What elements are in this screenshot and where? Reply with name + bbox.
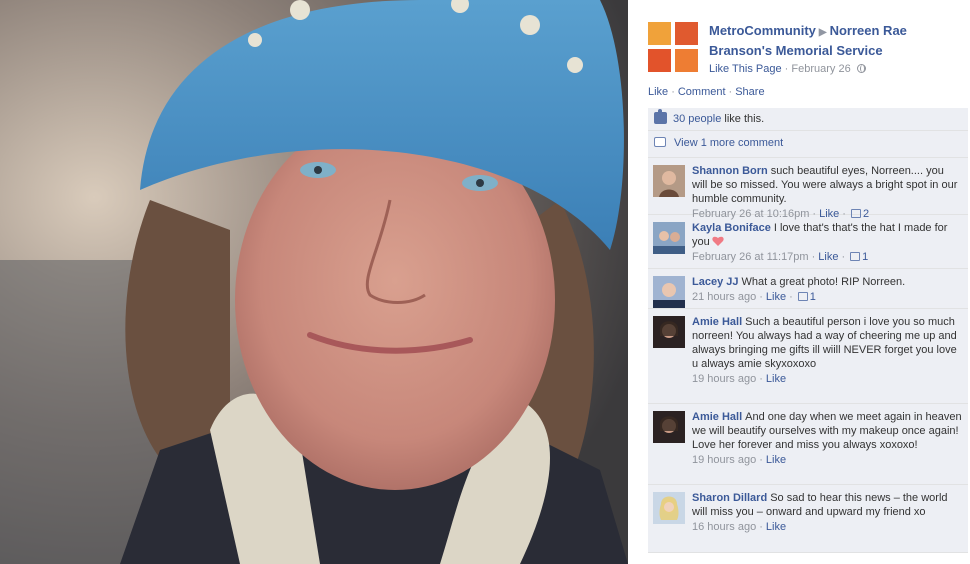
comment-like-link[interactable]: Like (766, 521, 786, 533)
comment-bubble-icon (654, 137, 666, 147)
thumbs-up-icon (797, 292, 808, 301)
comment-item: Amie Hall And one day when we meet again … (648, 404, 968, 485)
post-sidebar: MetroCommunity ▶ Norreen Rae Branson's Mem… (628, 0, 970, 564)
comment-time[interactable]: 21 hours ago (692, 291, 756, 303)
comment-meta: 16 hours ago · Like (692, 521, 787, 533)
avatar[interactable] (653, 411, 685, 443)
portrait-illustration (0, 0, 628, 564)
comment-item: Sharon Dillard So sad to hear this news –… (648, 485, 968, 553)
view-more-comments[interactable]: View 1 more comment (648, 131, 968, 158)
comment-like-count[interactable]: 1 (862, 251, 868, 263)
post-date[interactable]: February 26 (791, 63, 850, 75)
comment-item: Shannon Born such beautiful eyes, Norreen… (648, 158, 968, 220)
post-photo[interactable] (0, 0, 628, 564)
logo-tile (648, 22, 671, 45)
avatar[interactable] (653, 316, 685, 348)
comment-author[interactable]: Lacey JJ (692, 276, 738, 288)
likes-count-link[interactable]: 30 people (673, 113, 721, 125)
comment-like-link[interactable]: Like (766, 454, 786, 466)
comment-like-count[interactable]: 1 (810, 291, 816, 303)
likes-suffix: like this. (724, 113, 765, 125)
action-separator: · (728, 86, 733, 98)
likes-summary: 30 people like this. (648, 108, 968, 131)
logo-tile (648, 49, 671, 72)
globe-icon (856, 64, 866, 73)
avatar[interactable] (653, 222, 685, 254)
like-page-link[interactable]: Like This Page (709, 63, 782, 75)
post-title: MetroCommunity ▶ Norreen Rae Branson's Mem… (709, 22, 969, 60)
heart-icon (712, 236, 724, 246)
comment-item: Lacey JJ What a great photo! RIP Norreen.… (648, 269, 968, 309)
comment-like-link[interactable]: Like (766, 373, 786, 385)
page-logo[interactable] (648, 22, 699, 73)
action-separator: · (671, 86, 675, 98)
comment-meta: February 26 at 11:17pm · Like · 1 (692, 251, 869, 263)
like-action[interactable]: Like (648, 86, 668, 98)
comment-action[interactable]: Comment (678, 86, 726, 98)
thumbs-up-icon (654, 109, 667, 124)
comment-author[interactable]: Kayla Boniface (692, 222, 771, 234)
avatar[interactable] (653, 165, 685, 197)
logo-tile (675, 22, 698, 45)
share-action[interactable]: Share (735, 86, 764, 98)
comment-time[interactable]: 19 hours ago (692, 373, 756, 385)
comment-text: What a great photo! RIP Norreen. (741, 276, 906, 288)
thumbs-up-icon (850, 252, 861, 261)
breadcrumb-arrow-icon: ▶ (818, 27, 827, 38)
avatar[interactable] (653, 276, 685, 308)
view-more-label[interactable]: View 1 more comment (674, 137, 783, 149)
comment-author[interactable]: Amie Hall (692, 316, 742, 328)
comment-meta: 21 hours ago · Like · 1 (692, 291, 816, 303)
comment-author[interactable]: Shannon Born (692, 165, 768, 177)
comment-time[interactable]: 16 hours ago (692, 521, 756, 533)
comment-like-link[interactable]: Like (766, 291, 786, 303)
comment-like-link[interactable]: Like (818, 251, 838, 263)
post-actions: Like · Comment · Share (648, 86, 765, 98)
avatar[interactable] (653, 492, 685, 524)
comment-item: Amie Hall Such a beautiful person i love … (648, 309, 968, 404)
post-meta: Like This Page · February 26 (709, 61, 969, 77)
feedback-panel: 30 people like this. View 1 more comment… (648, 108, 968, 553)
comment-author[interactable]: Amie Hall (692, 411, 742, 423)
comment-item: Kayla Boniface I love that's that's the h… (648, 215, 968, 269)
page-name-link[interactable]: MetroCommunity (709, 23, 816, 38)
comment-time[interactable]: 19 hours ago (692, 454, 756, 466)
comment-meta: 19 hours ago · Like (692, 373, 787, 385)
comment-meta: 19 hours ago · Like (692, 454, 787, 466)
comment-time[interactable]: February 26 at 11:17pm (692, 251, 809, 263)
comment-author[interactable]: Sharon Dillard (692, 492, 767, 504)
post-header: MetroCommunity ▶ Norreen Rae Branson's Mem… (648, 20, 968, 76)
header-text: MetroCommunity ▶ Norreen Rae Branson's Mem… (709, 22, 969, 77)
logo-tile (675, 49, 698, 72)
